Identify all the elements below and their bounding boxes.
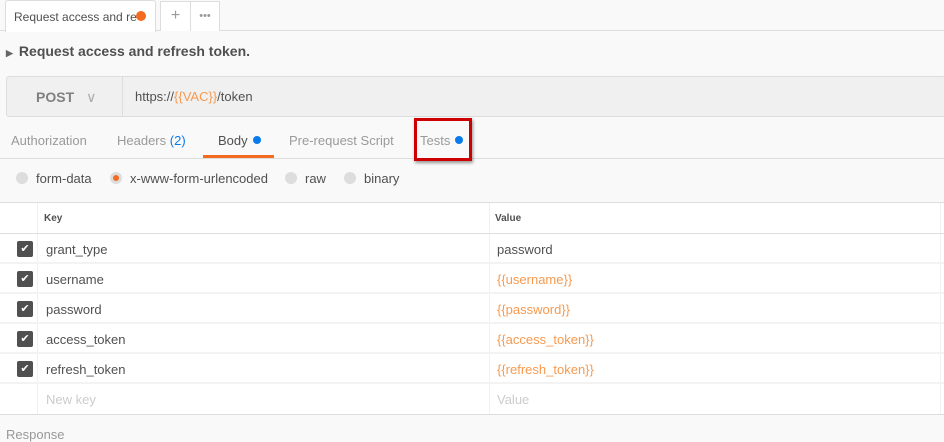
checkbox-checked-icon[interactable]: ✔	[17, 241, 33, 257]
tab-label: Pre-request Script	[289, 133, 394, 148]
table-row: ✔ password {{password}}	[0, 294, 944, 324]
new-tab-button[interactable]: +	[160, 1, 191, 31]
url-suffix: /token	[217, 89, 253, 104]
tab-label: Body	[218, 133, 248, 148]
radio-icon	[344, 172, 356, 184]
response-label: Response	[6, 427, 65, 442]
tab-authorization[interactable]: Authorization	[11, 133, 87, 148]
new-value-input[interactable]: Value	[497, 392, 529, 407]
active-tab-underline	[203, 155, 274, 158]
unsaved-dot-icon	[136, 11, 146, 21]
value-cell[interactable]: {{access_token}}	[497, 332, 594, 347]
request-tab-label: Request access and re	[14, 10, 137, 24]
params-table: Key Value ✔ grant_type password ✔ userna…	[0, 202, 944, 415]
table-row: ✔ access_token {{access_token}}	[0, 324, 944, 354]
chevron-down-icon: ∨	[86, 89, 97, 105]
tab-label: Authorization	[11, 133, 87, 148]
value-cell[interactable]: {{password}}	[497, 302, 570, 317]
value-cell[interactable]: {{username}}	[497, 272, 572, 287]
table-header: Key Value	[0, 203, 944, 234]
checkbox-checked-icon[interactable]: ✔	[17, 301, 33, 317]
checkbox-checked-icon[interactable]: ✔	[17, 361, 33, 377]
key-cell[interactable]: access_token	[46, 332, 126, 347]
key-cell[interactable]: username	[46, 272, 104, 287]
radio-label: binary	[364, 171, 400, 186]
radio-selected-icon	[110, 172, 122, 184]
key-cell[interactable]: grant_type	[46, 242, 107, 257]
url-input[interactable]: https://{{VAC}}/token	[135, 89, 253, 104]
radio-label: x-www-form-urlencoded	[130, 171, 268, 186]
column-value: Value	[495, 213, 522, 224]
new-key-input[interactable]: New key	[46, 392, 96, 407]
more-tabs-button[interactable]: •••	[190, 1, 220, 31]
modified-dot-icon	[252, 136, 261, 144]
radio-icon	[16, 172, 28, 184]
highlight-box	[414, 118, 472, 161]
method-dropdown[interactable]: POST ∨	[7, 77, 123, 116]
new-row: New key Value	[0, 384, 944, 414]
tab-body[interactable]: Body	[218, 133, 261, 148]
value-cell[interactable]: {{refresh_token}}	[497, 362, 594, 377]
checkbox-checked-icon[interactable]: ✔	[17, 331, 33, 347]
key-cell[interactable]: password	[46, 302, 102, 317]
url-prefix: https://	[135, 89, 175, 104]
radio-binary[interactable]: binary	[344, 171, 399, 186]
tab-pre-request-script[interactable]: Pre-request Script	[289, 133, 394, 148]
request-title-text: Request access and refresh token.	[18, 43, 251, 59]
expand-triangle-icon[interactable]: ▶	[6, 48, 13, 58]
tab-label: Headers	[117, 133, 167, 148]
table-row: ✔ grant_type password	[0, 234, 944, 264]
method-label: POST	[36, 89, 75, 105]
key-cell[interactable]: refresh_token	[46, 362, 126, 377]
url-bar: POST ∨ https://{{VAC}}/token	[6, 76, 944, 117]
radio-raw[interactable]: raw	[285, 171, 326, 186]
radio-label: form-data	[36, 171, 92, 186]
request-title[interactable]: ▶ Request access and refresh token.	[6, 43, 250, 59]
value-cell[interactable]: password	[497, 242, 553, 257]
tab-headers[interactable]: Headers (2)	[117, 133, 186, 148]
headers-count: (2)	[169, 133, 186, 148]
checkbox-checked-icon[interactable]: ✔	[17, 271, 33, 287]
radio-x-www-form-urlencoded[interactable]: x-www-form-urlencoded	[110, 171, 268, 186]
column-key: Key	[44, 213, 63, 224]
radio-icon	[285, 172, 297, 184]
radio-label: raw	[305, 171, 326, 186]
request-tab[interactable]: Request access and re	[5, 0, 156, 32]
table-row: ✔ refresh_token {{refresh_token}}	[0, 354, 944, 384]
radio-form-data[interactable]: form-data	[16, 171, 92, 186]
url-variable: {{VAC}}	[174, 89, 218, 104]
table-row: ✔ username {{username}}	[0, 264, 944, 294]
request-tabs: Authorization Headers (2) Body Pre-reque…	[0, 116, 944, 159]
tab-bar: Request access and re + •••	[0, 0, 944, 32]
